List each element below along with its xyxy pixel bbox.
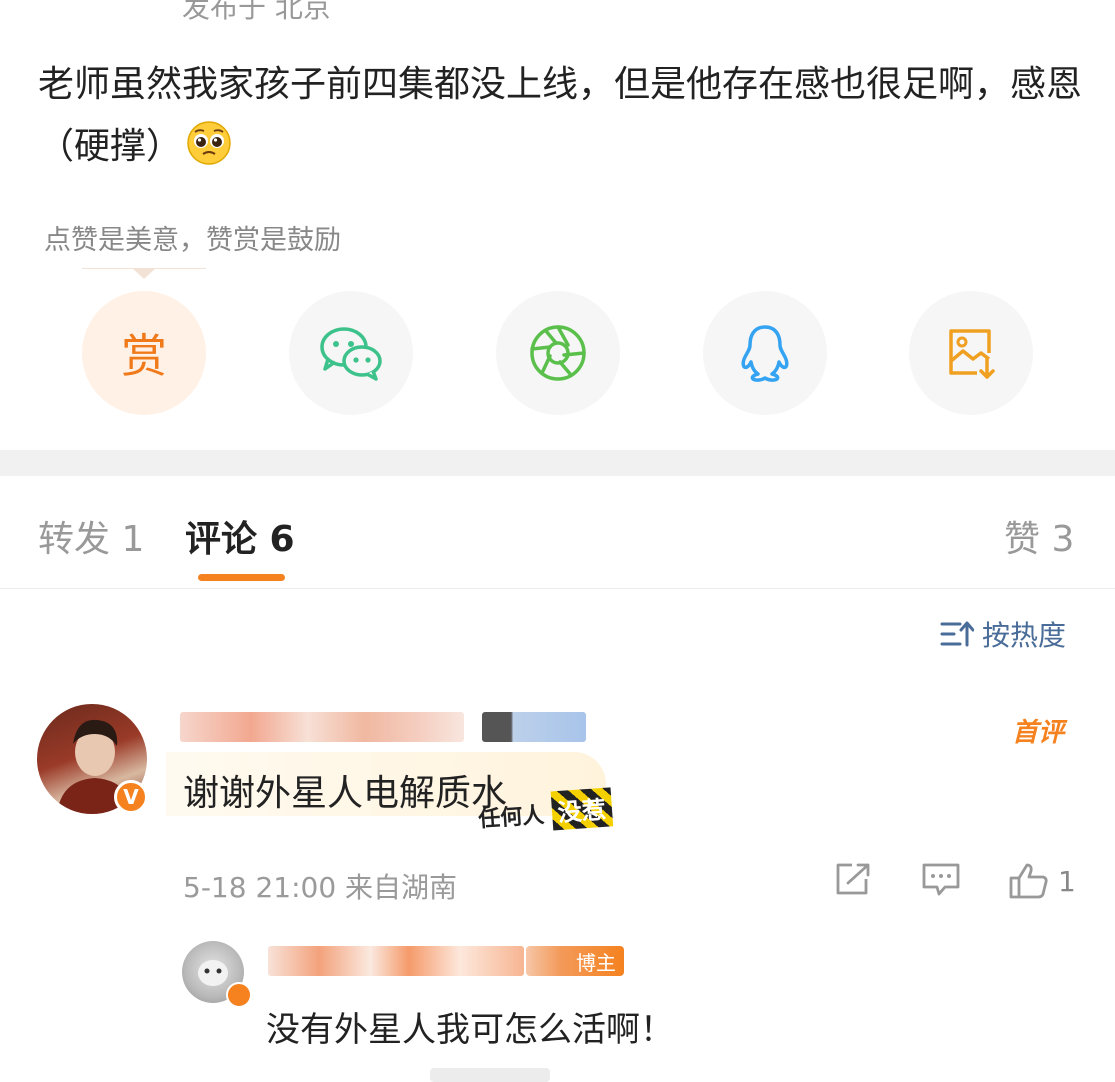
- post-location: 发布于 北京: [182, 0, 331, 24]
- comment-text: 谢谢外星人电解质水: [183, 773, 508, 814]
- repost-icon: [836, 863, 870, 895]
- like-comment-button[interactable]: 1: [1008, 862, 1076, 900]
- sort-label: 按热度: [982, 619, 1067, 652]
- tab-comment[interactable]: 评论 6: [185, 510, 295, 562]
- wechat-icon: [320, 327, 382, 381]
- active-tab-indicator: [198, 574, 285, 581]
- reward-tip: 点赞是美意，赞赏是鼓励: [44, 225, 341, 256]
- user-tag-blurred: [482, 712, 586, 742]
- save-image-icon: [949, 329, 995, 379]
- share-wechat-button[interactable]: [289, 291, 413, 415]
- reward-button[interactable]: 赏: [82, 291, 206, 415]
- tab-repost[interactable]: 转发 1: [38, 510, 144, 562]
- reply-comment-button[interactable]: [921, 862, 961, 898]
- bubble-sticker: 任何人 没惹: [477, 787, 613, 835]
- tab-like[interactable]: 赞 3: [1004, 510, 1074, 562]
- share-qq-button[interactable]: [703, 291, 827, 415]
- section-separator: [0, 450, 1115, 476]
- sticker-text-right: 没惹: [550, 787, 613, 831]
- first-comment-badge: 首评: [1012, 718, 1065, 748]
- reply-text: 没有外星人我可怎么活啊！: [266, 1010, 674, 1050]
- verified-badge: V: [114, 780, 148, 814]
- share-moments-button[interactable]: [496, 291, 620, 415]
- reply-avatar-badge: [226, 982, 252, 1008]
- comment-icon: [922, 863, 960, 896]
- blogger-badge-label: 博主: [576, 950, 616, 975]
- save-image-button[interactable]: [909, 291, 1033, 415]
- sort-button[interactable]: 按热度: [940, 614, 1066, 654]
- sort-icon: [940, 621, 974, 647]
- tip-arrow: [132, 268, 156, 279]
- repost-comment-button[interactable]: [834, 862, 872, 896]
- qq-penguin-icon: [741, 325, 789, 382]
- reply-username-blurred[interactable]: [268, 946, 524, 976]
- comment-meta: 5-18 21:00 来自湖南: [183, 871, 458, 904]
- sticker-text-left: 任何人: [477, 803, 546, 833]
- blogger-badge: 博主: [526, 946, 624, 976]
- tabs-divider: [0, 588, 1115, 589]
- like-count: 1: [1058, 864, 1076, 898]
- reward-label: 赏: [121, 329, 167, 383]
- aperture-icon: [530, 325, 586, 381]
- username-blurred[interactable]: [180, 712, 464, 742]
- pleading-face-emoji-icon: [187, 121, 231, 165]
- post-text: 老师虽然我家孩子前四集都没上线，但是他存在感也很足啊，感恩（硬撑）: [38, 54, 1088, 178]
- thumbs-up-icon: [1009, 863, 1048, 899]
